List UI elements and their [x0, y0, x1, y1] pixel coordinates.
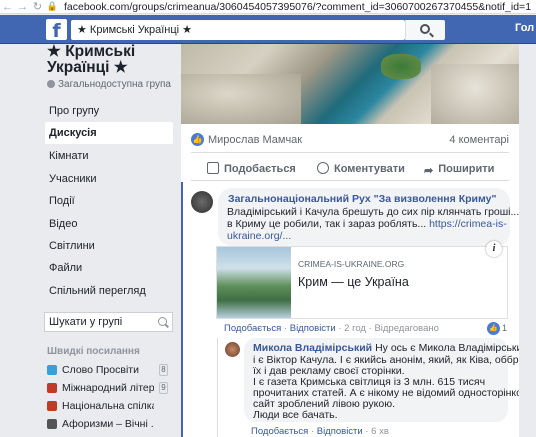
address-bar[interactable]: facebook.com/groups/crimeanua/3060454057… — [64, 1, 531, 13]
shortcut-item[interactable]: Національна спілка ... — [44, 398, 174, 414]
comment-text: в Криму це робили, так і зараз роблять..… — [227, 218, 427, 230]
group-search-placeholder: Шукати у групі — [49, 316, 123, 328]
search-icon — [420, 24, 430, 34]
group-icon — [47, 401, 57, 411]
sidebar-item-videos[interactable]: Відео — [45, 213, 173, 235]
comment-author[interactable]: Загальнонаціональний Рух "За визволення … — [228, 193, 496, 205]
info-icon[interactable]: i — [486, 241, 502, 257]
comment-reply-link[interactable]: Відповісти — [317, 426, 363, 437]
sidebar-item-watch-party[interactable]: Спільний перегляд — [45, 280, 173, 302]
comment-like-link[interactable]: Подобається — [224, 323, 281, 334]
forward-arrow-icon[interactable]: → — [15, 1, 30, 13]
rock-shape — [181, 74, 301, 124]
like-button[interactable]: Подобається — [207, 160, 296, 178]
like-button-label: Подобається — [224, 163, 296, 175]
right-gutter — [519, 44, 536, 437]
comment-text: Люди все бачать. — [253, 409, 338, 421]
shortcut-label: Національна спілка ... — [62, 400, 154, 412]
globe-icon — [47, 80, 55, 88]
comment-bubble: Микола Владімірський Ну ось є Микола Вла… — [244, 338, 536, 422]
liker-name[interactable]: Мирослав Мамчак — [208, 134, 302, 146]
thumbs-up-icon — [207, 162, 219, 174]
sidebar-item-files[interactable]: Файли — [45, 257, 173, 279]
comment-author[interactable]: Микола Владімірський — [253, 342, 372, 354]
post-image[interactable] — [181, 44, 519, 124]
comment-button[interactable]: Коментувати — [317, 160, 405, 178]
group-icon — [47, 365, 57, 375]
comment-text: Владімірський і Качула брешуть до сих пі… — [227, 206, 535, 218]
rock-shape — [431, 64, 519, 124]
facebook-search-input[interactable]: ★ Кримські Українці ★ — [71, 20, 405, 40]
comment-link[interactable]: https://crimea-is- — [429, 218, 507, 230]
link-preview-title[interactable]: Крим — це Україна — [298, 275, 409, 289]
back-arrow-icon[interactable]: ← — [0, 1, 15, 13]
reply-thread-line — [217, 338, 218, 437]
home-link[interactable]: Гол — [515, 22, 534, 34]
link-preview-domain: CRIMEA-IS-UKRAINE.ORG — [298, 259, 405, 269]
comment-like-link[interactable]: Подобається — [251, 426, 308, 437]
group-title[interactable]: ★ Кримські Українці ★ — [47, 44, 177, 76]
comments-count[interactable]: 4 коментарі — [449, 134, 509, 146]
shortcut-item[interactable]: Афоризми – Вічні ... — [44, 416, 174, 432]
reload-icon[interactable]: ↻ — [30, 0, 45, 13]
shortcut-count-badge: 8 — [159, 364, 168, 376]
shortcut-label: Слово Просвіти — [62, 364, 139, 376]
divider — [191, 180, 509, 181]
comment-button-label: Коментувати — [334, 163, 405, 175]
commenter-avatar[interactable] — [225, 342, 240, 357]
lock-icon[interactable]: 🔒 — [45, 1, 60, 12]
facebook-top-bar: f ★ Кримські Українці ★ Гол — [0, 15, 536, 44]
sidebar-item-discussion[interactable]: Дискусія — [45, 122, 173, 144]
speech-bubble-icon — [317, 162, 329, 174]
shortcut-item[interactable]: Міжнародний літера... 9 — [44, 380, 174, 396]
group-privacy-label: Загальнодоступна група — [58, 79, 171, 90]
group-icon — [47, 419, 57, 429]
facebook-logo-icon[interactable]: f — [46, 19, 67, 42]
search-icon — [158, 317, 167, 326]
comment-reply-link[interactable]: Відповісти — [290, 323, 336, 334]
link-preview-card[interactable]: CRIMEA-IS-UKRAINE.ORG Крим — це Україна … — [216, 241, 508, 319]
shortcut-label: Афоризми – Вічні ... — [62, 418, 154, 430]
shortcut-item[interactable]: Слово Просвіти 8 — [44, 362, 174, 378]
commenter-avatar[interactable] — [191, 191, 213, 213]
comment-meta: Подобається · Відповісти · 2 год · Відре… — [224, 323, 439, 334]
sidebar-item-rooms[interactable]: Кімнати — [45, 145, 173, 167]
group-icon — [47, 383, 57, 393]
sidebar-item-members[interactable]: Учасники — [45, 168, 173, 190]
comment-text: Ну ось є Микола Владімірський — [375, 342, 529, 354]
post-card: 👍 Мирослав Мамчак 4 коментарі Подобаєтьс… — [181, 44, 536, 437]
shortcuts-title: Швидкі посилання — [47, 346, 140, 357]
browser-toolbar: ← → ↻ 🔒 facebook.com/groups/crimeanua/30… — [0, 0, 536, 14]
group-privacy: Загальнодоступна група — [47, 79, 171, 90]
comment-meta: Подобається · Відповісти · 6 хв — [251, 426, 389, 437]
thumbs-up-icon[interactable]: 👍 — [487, 322, 500, 335]
sidebar-item-events[interactable]: Події — [45, 190, 173, 212]
comments-section: Загальнонаціональний Рух "За визволення … — [181, 182, 536, 437]
share-button-label: Поширити — [438, 163, 495, 175]
comment-time[interactable]: 2 год — [344, 323, 366, 334]
divider — [191, 152, 509, 153]
group-sidebar: ★ Кримські Українці ★ Загальнодоступна г… — [0, 44, 180, 437]
share-arrow-icon: ➦ — [424, 165, 434, 177]
group-search-input[interactable]: Шукати у групі — [44, 312, 173, 332]
reaction-count[interactable]: 1 — [502, 323, 507, 333]
reactions-row: 👍 Мирослав Мамчак 4 коментарі — [181, 130, 519, 150]
sidebar-item-about[interactable]: Про групу — [45, 100, 173, 122]
comment-bubble: Загальнонаціональний Рух "За визволення … — [218, 188, 534, 246]
link-preview-image — [217, 247, 291, 318]
comment-text-line: в Криму це робили, так і зараз роблять..… — [227, 218, 507, 230]
comment-edited[interactable]: Відредаговано — [374, 323, 438, 334]
tree-shape — [381, 54, 421, 79]
shortcut-label: Міжнародний літера... — [62, 382, 154, 394]
share-button[interactable]: ➦ Поширити — [424, 160, 494, 178]
comment-link[interactable]: ukraine.org/... — [227, 230, 291, 242]
sidebar-item-photos[interactable]: Світлини — [45, 235, 173, 257]
comment-time[interactable]: 6 хв — [371, 426, 389, 437]
shortcut-count-badge: 9 — [159, 382, 168, 394]
search-button[interactable] — [405, 20, 445, 40]
thumbs-up-icon: 👍 — [191, 133, 204, 146]
